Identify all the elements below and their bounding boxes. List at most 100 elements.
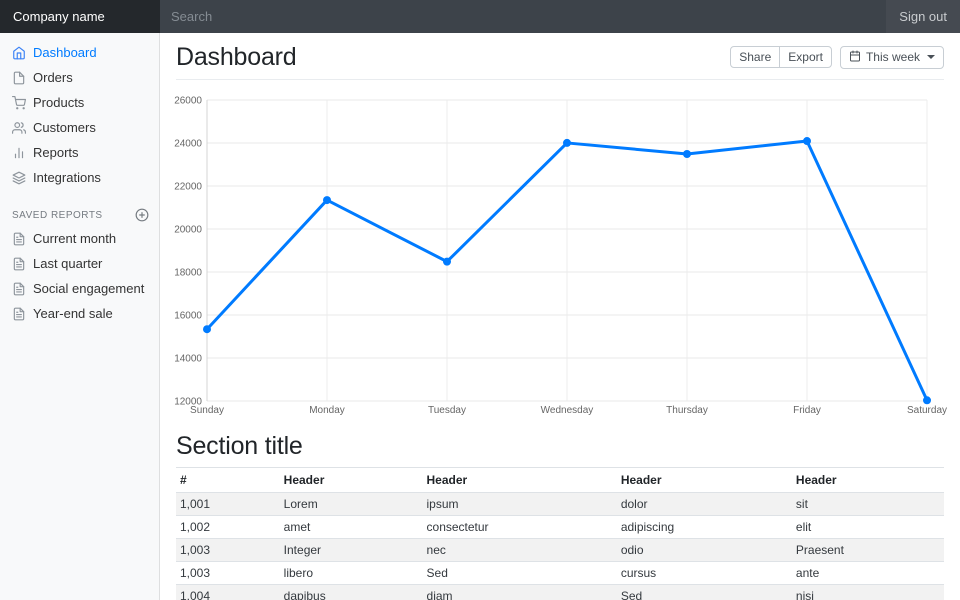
add-report-button[interactable]	[135, 208, 149, 222]
week-dropdown-label: This week	[866, 50, 920, 64]
svg-text:Sunday: Sunday	[190, 405, 224, 416]
svg-text:20000: 20000	[174, 225, 202, 236]
table-cell: ante	[792, 562, 944, 585]
saved-reports-heading: Saved reports	[0, 204, 160, 226]
table-cell: ipsum	[423, 493, 617, 516]
share-export-button-group: Share Export	[730, 46, 832, 68]
table-cell: diam	[423, 585, 617, 600]
sidebar-item-integrations[interactable]: Integrations	[0, 165, 160, 190]
sidebar-item-label: Customers	[33, 120, 96, 135]
sidebar-item-label: Last quarter	[33, 256, 102, 271]
shopping-cart-icon	[12, 96, 26, 110]
data-table: #HeaderHeaderHeaderHeader 1,001Loremipsu…	[176, 467, 944, 600]
sidebar-item-label: Dashboard	[33, 45, 97, 60]
share-button[interactable]: Share	[730, 46, 780, 68]
home-icon	[12, 46, 26, 60]
sidebar-item-reports[interactable]: Reports	[0, 140, 160, 165]
table-cell: Lorem	[280, 493, 423, 516]
file-text-icon	[12, 282, 26, 296]
table-cell: adipiscing	[617, 516, 792, 539]
table-cell: dapibus	[280, 585, 423, 600]
svg-text:24000: 24000	[174, 139, 202, 150]
saved-reports-nav: Current month Last quarter Social engageme…	[0, 226, 160, 326]
table-cell: amet	[280, 516, 423, 539]
table-cell: Sed	[423, 562, 617, 585]
sign-out-link[interactable]: Sign out	[886, 0, 960, 33]
svg-text:Monday: Monday	[309, 405, 345, 416]
sidebar-item-label: Current month	[33, 231, 116, 246]
sidebar-item-customers[interactable]: Customers	[0, 115, 160, 140]
sidebar-item-dashboard[interactable]: Dashboard	[0, 40, 160, 65]
table-cell: 1,001	[176, 493, 280, 516]
brand-link[interactable]: Company name	[0, 0, 160, 33]
users-icon	[12, 121, 26, 135]
chart-container: 1200014000160001800020000220002400026000…	[176, 80, 944, 417]
plus-circle-icon	[135, 208, 149, 222]
file-text-icon	[12, 257, 26, 271]
sidebar-item-label: Reports	[33, 145, 79, 160]
table-cell: sit	[792, 493, 944, 516]
chevron-down-icon	[927, 55, 935, 59]
table-cell: 1,002	[176, 516, 280, 539]
svg-text:22000: 22000	[174, 182, 202, 193]
svg-text:Friday: Friday	[793, 405, 821, 416]
svg-text:26000: 26000	[174, 96, 202, 107]
table-cell: Integer	[280, 539, 423, 562]
svg-text:14000: 14000	[174, 354, 202, 365]
toolbar: Share Export This week	[730, 46, 944, 69]
sidebar-item-label: Integrations	[33, 170, 101, 185]
bar-chart-icon	[12, 146, 26, 160]
main-content: Dashboard Share Export This week 1200014…	[160, 33, 960, 600]
layers-icon	[12, 171, 26, 185]
table-cell: odio	[617, 539, 792, 562]
table-row: 1,003liberoSedcursusante	[176, 562, 944, 585]
top-navbar: Company name Sign out	[0, 0, 960, 33]
weekly-sales-line-chart: 1200014000160001800020000220002400026000…	[176, 87, 944, 417]
calendar-icon	[849, 50, 861, 65]
table-cell: nisi	[792, 585, 944, 600]
page-title: Dashboard	[176, 43, 297, 71]
table-cell: 1,003	[176, 562, 280, 585]
table-header-cell: Header	[617, 468, 792, 493]
table-cell: consectetur	[423, 516, 617, 539]
sidebar-item-orders[interactable]: Orders	[0, 65, 160, 90]
svg-text:Thursday: Thursday	[666, 405, 708, 416]
table-cell: libero	[280, 562, 423, 585]
sidebar-item-year-end-sale[interactable]: Year-end sale	[0, 301, 160, 326]
sidebar-item-last-quarter[interactable]: Last quarter	[0, 251, 160, 276]
page-header: Dashboard Share Export This week	[176, 33, 944, 80]
table-cell: nec	[423, 539, 617, 562]
sidebar-item-products[interactable]: Products	[0, 90, 160, 115]
svg-text:16000: 16000	[174, 311, 202, 322]
table-header-cell: Header	[280, 468, 423, 493]
file-icon	[12, 71, 26, 85]
table-row: 1,002ametconsecteturadipiscingelit	[176, 516, 944, 539]
sidebar-item-label: Orders	[33, 70, 73, 85]
table-header-cell: Header	[423, 468, 617, 493]
week-dropdown-button[interactable]: This week	[840, 46, 944, 69]
sidebar-nav: Dashboard Orders Products Customers Reports I…	[0, 40, 160, 190]
table-row: 1,004dapibusdiamSednisi	[176, 585, 944, 600]
table-cell: 1,004	[176, 585, 280, 600]
saved-reports-heading-label: Saved reports	[12, 210, 103, 221]
sidebar-item-social-engagement[interactable]: Social engagement	[0, 276, 160, 301]
export-button[interactable]: Export	[779, 46, 832, 68]
svg-text:18000: 18000	[174, 268, 202, 279]
table-header-cell: Header	[792, 468, 944, 493]
sidebar-item-label: Products	[33, 95, 84, 110]
svg-text:Tuesday: Tuesday	[428, 405, 466, 416]
sidebar: Dashboard Orders Products Customers Reports I…	[0, 33, 160, 600]
table-cell: elit	[792, 516, 944, 539]
table-head: #HeaderHeaderHeaderHeader	[176, 468, 944, 493]
sidebar-item-current-month[interactable]: Current month	[0, 226, 160, 251]
table-header-cell: #	[176, 468, 280, 493]
file-text-icon	[12, 232, 26, 246]
svg-text:Saturday: Saturday	[907, 405, 947, 416]
calendar-icon	[849, 50, 861, 62]
search-input[interactable]	[160, 0, 886, 33]
table-cell: Praesent	[792, 539, 944, 562]
table-cell: cursus	[617, 562, 792, 585]
table-cell: 1,003	[176, 539, 280, 562]
sidebar-item-label: Social engagement	[33, 281, 144, 296]
section-title: Section title	[176, 432, 944, 460]
